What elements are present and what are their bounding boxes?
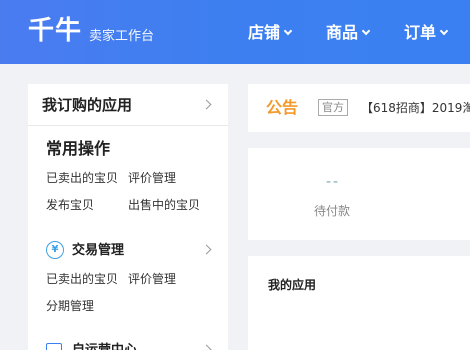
chevron-down-icon bbox=[439, 26, 449, 36]
pending-payment-label: 待付款 bbox=[314, 204, 351, 218]
monitor-icon bbox=[46, 343, 62, 350]
link-installment-management[interactable]: 分期管理 bbox=[46, 298, 94, 314]
nav-goods[interactable]: 商品 bbox=[326, 22, 371, 44]
announcement-bar: 公告 官方 【618招商】2019淘 bbox=[248, 84, 470, 132]
link-review-management[interactable]: 评价管理 bbox=[128, 170, 176, 186]
link-publish-item[interactable]: 发布宝贝 bbox=[46, 197, 94, 213]
announcement-text[interactable]: 【618招商】2019淘 bbox=[361, 99, 470, 117]
nav-shop-label: 店铺 bbox=[248, 23, 281, 42]
chevron-down-icon bbox=[361, 26, 371, 36]
official-badge: 官方 bbox=[318, 99, 348, 116]
order-stats-card: -- 待付款 bbox=[248, 148, 470, 240]
self-operation-title[interactable]: 自运营中心 bbox=[72, 342, 137, 350]
top-header: 千牛 卖家工作台 店铺 商品 订单 bbox=[0, 0, 470, 64]
link-review-management[interactable]: 评价管理 bbox=[128, 271, 176, 287]
subscribed-apps-panel: 我订购的应用 常用操作 已卖出的宝贝 评价管理 发布宝贝 出售中的宝贝 ¥ 交易… bbox=[28, 84, 228, 350]
panel-title: 我订购的应用 bbox=[42, 96, 133, 114]
nav-goods-label: 商品 bbox=[326, 23, 359, 42]
announcement-label: 公告 bbox=[266, 98, 299, 117]
link-items-on-sale[interactable]: 出售中的宝贝 bbox=[128, 197, 200, 213]
common-ops-title: 常用操作 bbox=[46, 139, 111, 158]
nav-orders-label: 订单 bbox=[404, 23, 437, 42]
chevron-right-icon[interactable] bbox=[201, 344, 212, 350]
chevron-down-icon bbox=[283, 26, 293, 36]
panel-header[interactable]: 我订购的应用 bbox=[28, 84, 228, 126]
trade-management-title[interactable]: 交易管理 bbox=[72, 242, 124, 260]
workbench-subtitle: 卖家工作台 bbox=[89, 29, 155, 44]
qianniu-logo[interactable]: 千牛 bbox=[28, 14, 82, 48]
my-apps-title: 我的应用 bbox=[268, 278, 317, 292]
chevron-right-icon[interactable] bbox=[201, 244, 212, 255]
link-sold-items[interactable]: 已卖出的宝贝 bbox=[46, 271, 118, 287]
link-sold-items[interactable]: 已卖出的宝贝 bbox=[46, 170, 118, 186]
pending-payment-count[interactable]: -- bbox=[326, 172, 340, 192]
nav-orders[interactable]: 订单 bbox=[404, 22, 449, 44]
my-apps-card: 我的应用 bbox=[248, 256, 470, 350]
nav-shop[interactable]: 店铺 bbox=[248, 22, 293, 44]
chevron-right-icon[interactable] bbox=[201, 99, 212, 110]
yuan-icon: ¥ bbox=[46, 241, 64, 259]
